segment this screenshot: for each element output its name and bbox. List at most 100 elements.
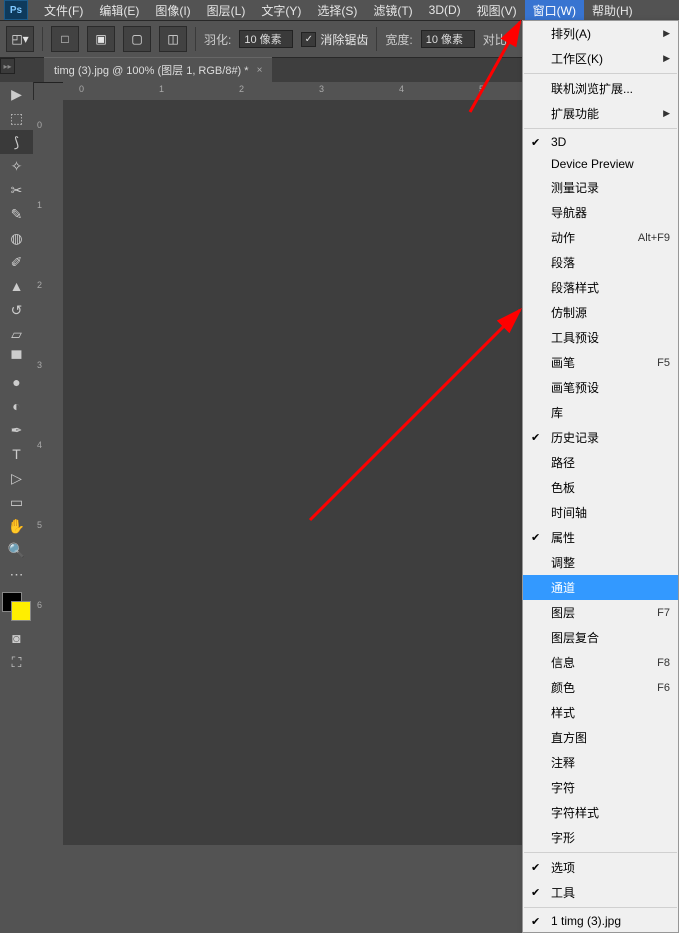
menu-color[interactable]: 颜色F6	[523, 675, 678, 700]
separator	[376, 27, 377, 51]
antialiasing-label: 消除锯齿	[320, 31, 368, 48]
menu-layer-comps[interactable]: 图层复合	[523, 625, 678, 650]
lasso-tool-icon[interactable]: ⟆	[0, 130, 33, 154]
feather-label: 羽化:	[204, 31, 231, 48]
screenmode-tool-icon[interactable]: ⛶	[0, 650, 33, 674]
menu-history[interactable]: ✔历史记录	[523, 425, 678, 450]
menu-arrange[interactable]: 排列(A)▶	[523, 21, 678, 46]
menu-tools-panel[interactable]: ✔工具	[523, 880, 678, 905]
edit-toolbar-icon[interactable]: ⋯	[0, 562, 33, 586]
path-select-tool-icon[interactable]: ▷	[0, 466, 33, 490]
wand-tool-icon[interactable]: ✧	[0, 154, 33, 178]
menu-channels[interactable]: 通道	[523, 575, 678, 600]
tab-title: timg (3).jpg @ 100% (图层 1, RGB/8#) *	[54, 62, 249, 78]
pen-tool-icon[interactable]: ✒	[0, 418, 33, 442]
menu-device-preview[interactable]: Device Preview	[523, 153, 678, 175]
width-input[interactable]	[421, 30, 475, 48]
document-tab[interactable]: timg (3).jpg @ 100% (图层 1, RGB/8#) * ×	[44, 57, 272, 82]
antialiasing-checkbox[interactable]: ✓ 消除锯齿	[301, 31, 368, 48]
crop-tool-icon[interactable]: ✂	[0, 178, 33, 202]
eraser-tool-icon[interactable]: ▱	[0, 322, 33, 346]
menu-glyphs[interactable]: 字形	[523, 825, 678, 850]
dodge-tool-icon[interactable]: ◐	[0, 394, 33, 418]
menu-3d-panel[interactable]: ✔3D	[523, 131, 678, 153]
expand-panels-icon[interactable]: ▸▸	[0, 58, 15, 74]
separator	[524, 852, 677, 853]
heal-tool-icon[interactable]: ◍	[0, 226, 33, 250]
submenu-arrow-icon: ▶	[663, 53, 670, 64]
menu-view[interactable]: 视图(V)	[469, 0, 525, 21]
menu-info[interactable]: 信息F8	[523, 650, 678, 675]
menu-brush-presets[interactable]: 画笔预设	[523, 375, 678, 400]
menu-measure-log[interactable]: 测量记录	[523, 175, 678, 200]
feather-input[interactable]	[239, 30, 293, 48]
menu-styles[interactable]: 样式	[523, 700, 678, 725]
menu-paragraph-styles[interactable]: 段落样式	[523, 275, 678, 300]
separator	[524, 907, 677, 908]
check-icon: ✔	[531, 886, 540, 899]
menu-extensions[interactable]: 扩展功能▶	[523, 101, 678, 126]
menu-clone-source[interactable]: 仿制源	[523, 300, 678, 325]
menu-3d[interactable]: 3D(D)	[421, 1, 469, 19]
menu-file[interactable]: 文件(F)	[36, 0, 91, 21]
separator	[524, 128, 677, 129]
menu-brush[interactable]: 画笔F5	[523, 350, 678, 375]
separator	[42, 27, 43, 51]
menu-paths[interactable]: 路径	[523, 450, 678, 475]
hand-tool-icon[interactable]: ✋	[0, 514, 33, 538]
menu-select[interactable]: 选择(S)	[309, 0, 365, 21]
window-menu-dropdown: 排列(A)▶ 工作区(K)▶ 联机浏览扩展... 扩展功能▶ ✔3D Devic…	[522, 20, 679, 933]
menu-histogram[interactable]: 直方图	[523, 725, 678, 750]
menu-image[interactable]: 图像(I)	[147, 0, 198, 21]
stamp-tool-icon[interactable]: ▲	[0, 274, 33, 298]
menu-type[interactable]: 文字(Y)	[253, 0, 309, 21]
quickmask-tool-icon[interactable]: ◙	[0, 626, 33, 650]
check-icon: ✔	[531, 861, 540, 874]
add-selection-icon[interactable]: ▣	[87, 26, 115, 52]
toolbox: ▶ ⬚ ⟆ ✧ ✂ ✎ ◍ ✐ ▲ ↺ ▱ ▀ ● ◐ ✒ T ▷ ▭ ✋ 🔍 …	[0, 82, 34, 674]
menu-timeline[interactable]: 时间轴	[523, 500, 678, 525]
menu-libraries[interactable]: 库	[523, 400, 678, 425]
menu-help[interactable]: 帮助(H)	[584, 0, 641, 21]
check-icon: ✔	[531, 136, 540, 149]
menu-filter[interactable]: 滤镜(T)	[365, 0, 420, 21]
zoom-tool-icon[interactable]: 🔍	[0, 538, 33, 562]
menu-workspace[interactable]: 工作区(K)▶	[523, 46, 678, 71]
menu-char-styles[interactable]: 字符样式	[523, 800, 678, 825]
menu-notes[interactable]: 注释	[523, 750, 678, 775]
move-tool-icon[interactable]: ▶	[0, 82, 33, 106]
separator	[524, 73, 677, 74]
history-brush-tool-icon[interactable]: ↺	[0, 298, 33, 322]
blur-tool-icon[interactable]: ●	[0, 370, 33, 394]
brush-tool-icon[interactable]: ✐	[0, 250, 33, 274]
shape-tool-icon[interactable]: ▭	[0, 490, 33, 514]
background-swatch[interactable]	[11, 601, 31, 621]
menu-navigator[interactable]: 导航器	[523, 200, 678, 225]
menu-properties[interactable]: ✔属性	[523, 525, 678, 550]
tool-preset-icon[interactable]: ◰▾	[6, 26, 34, 52]
menu-browse-extensions[interactable]: 联机浏览扩展...	[523, 76, 678, 101]
type-tool-icon[interactable]: T	[0, 442, 33, 466]
check-icon: ✓	[301, 32, 316, 47]
menu-tool-presets[interactable]: 工具预设	[523, 325, 678, 350]
menu-adjustments[interactable]: 调整	[523, 550, 678, 575]
subtract-selection-icon[interactable]: ▢	[123, 26, 151, 52]
vertical-ruler: 0 1 2 3 4 5 6	[33, 100, 64, 845]
eyedropper-tool-icon[interactable]: ✎	[0, 202, 33, 226]
new-selection-icon[interactable]: □	[51, 26, 79, 52]
menu-swatches[interactable]: 色板	[523, 475, 678, 500]
intersect-selection-icon[interactable]: ◫	[159, 26, 187, 52]
menu-paragraph[interactable]: 段落	[523, 250, 678, 275]
menu-layers-panel[interactable]: 图层F7	[523, 600, 678, 625]
menu-window[interactable]: 窗口(W)	[525, 0, 584, 21]
menu-doc-1[interactable]: ✔1 timg (3).jpg	[523, 910, 678, 932]
menu-layer[interactable]: 图层(L)	[199, 0, 254, 21]
gradient-tool-icon[interactable]: ▀	[0, 346, 33, 370]
marquee-tool-icon[interactable]: ⬚	[0, 106, 33, 130]
color-swatches[interactable]	[0, 590, 33, 626]
menu-actions[interactable]: 动作Alt+F9	[523, 225, 678, 250]
menu-options-panel[interactable]: ✔选项	[523, 855, 678, 880]
menu-character[interactable]: 字符	[523, 775, 678, 800]
close-icon[interactable]: ×	[257, 65, 263, 76]
menu-edit[interactable]: 编辑(E)	[91, 0, 147, 21]
